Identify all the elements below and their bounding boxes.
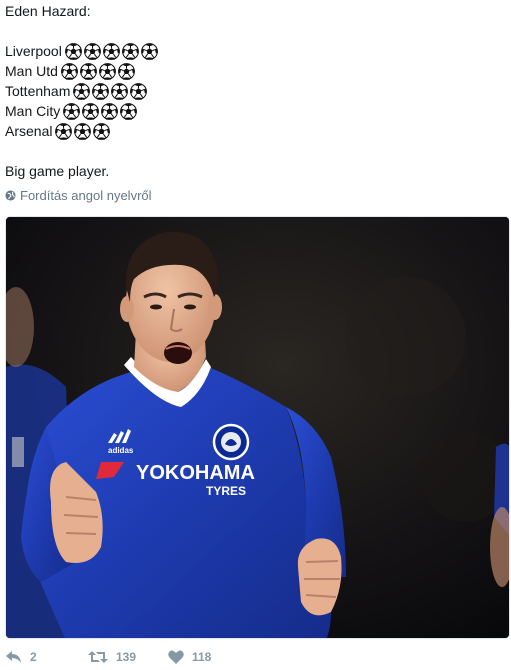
soccer-ball-icon <box>93 122 111 140</box>
tweet-photo[interactable]: adidas YOKOHAMA TYRES <box>5 216 510 639</box>
translate-link[interactable]: Fordítás angol nyelvről <box>5 188 152 203</box>
retweet-count: 139 <box>116 650 137 664</box>
soccer-ball-icon <box>101 102 119 120</box>
tweet-line: Big game player. <box>5 161 505 181</box>
tweet-line <box>5 141 505 161</box>
tweet-line-text: Big game player. <box>5 163 110 179</box>
goal-balls <box>73 82 149 100</box>
tweet-actions: 2 139 118 <box>0 646 511 670</box>
heart-icon <box>168 650 184 664</box>
tweet-line-text: Man City <box>5 103 61 119</box>
translate-label: Fordítás angol nyelvről <box>20 188 152 203</box>
sponsor-subtext: TYRES <box>206 484 246 498</box>
like-count: 118 <box>192 650 212 664</box>
soccer-ball-icon <box>111 82 129 100</box>
reply-button[interactable]: 2 <box>6 650 37 664</box>
reply-icon <box>6 651 21 663</box>
goal-balls <box>63 102 139 120</box>
tweet-line: Eden Hazard: <box>5 1 505 21</box>
like-button[interactable]: 118 <box>168 650 211 664</box>
tweet-line-text: Tottenham <box>5 83 71 99</box>
tweet-text: Eden Hazard: Liverpool Man Utd Tottenham Man… <box>5 1 505 181</box>
soccer-ball-icon <box>99 62 116 80</box>
soccer-ball-icon <box>102 42 120 60</box>
goal-balls <box>61 62 137 80</box>
soccer-ball-icon <box>63 102 81 120</box>
globe-icon <box>5 190 16 201</box>
soccer-ball-icon <box>73 82 91 100</box>
tweet-line-text: Man Utd <box>5 63 58 79</box>
soccer-ball-icon <box>140 42 158 60</box>
soccer-ball-icon <box>80 62 97 80</box>
soccer-ball-icon <box>82 102 100 120</box>
soccer-ball-icon <box>55 122 73 140</box>
tweet-line: Tottenham <box>5 81 505 101</box>
club-crest <box>212 423 250 461</box>
soccer-ball-icon <box>92 82 110 100</box>
kit-brand-text: adidas <box>108 446 134 455</box>
soccer-ball-icon <box>121 42 139 60</box>
sponsor-text: YOKOHAMA <box>136 462 255 484</box>
reply-count: 2 <box>30 650 37 664</box>
soccer-ball-icon <box>118 62 135 80</box>
tweet-line-text: Arsenal <box>5 123 53 139</box>
soccer-ball-icon <box>61 62 78 80</box>
retweet-button[interactable]: 139 <box>88 650 136 664</box>
retweet-icon <box>88 651 108 663</box>
tweet-line: Liverpool <box>5 41 505 61</box>
tweet-line: Man City <box>5 101 505 121</box>
goal-balls <box>64 42 160 60</box>
tweet-line <box>5 21 505 41</box>
tweet-line: Arsenal <box>5 121 505 141</box>
soccer-ball-icon <box>64 42 82 60</box>
player-celebration-image: adidas YOKOHAMA TYRES <box>6 217 509 638</box>
soccer-ball-icon <box>83 42 101 60</box>
soccer-ball-icon <box>74 122 92 140</box>
tweet-line-text: Liverpool <box>5 43 62 59</box>
soccer-ball-icon <box>120 102 138 120</box>
tweet-line: Man Utd <box>5 61 505 81</box>
tweet-line-text: Eden Hazard: <box>5 3 91 19</box>
goal-balls <box>55 122 112 140</box>
soccer-ball-icon <box>130 82 148 100</box>
